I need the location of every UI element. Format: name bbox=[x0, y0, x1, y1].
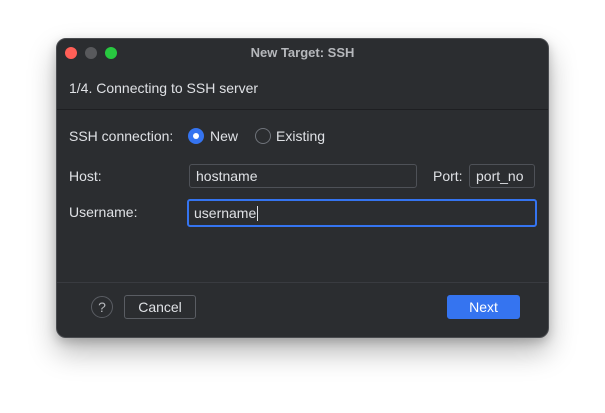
host-input[interactable]: hostname bbox=[189, 164, 417, 188]
radio-existing-label[interactable]: Existing bbox=[276, 128, 325, 144]
radio-new-label[interactable]: New bbox=[210, 128, 238, 144]
dialog-window: New Target: SSH 1/4. Connecting to SSH s… bbox=[56, 38, 549, 338]
window-title: New Target: SSH bbox=[250, 45, 355, 60]
radio-new[interactable] bbox=[188, 128, 204, 144]
port-input[interactable]: port_no bbox=[469, 164, 535, 188]
step-title: 1/4. Connecting to SSH server bbox=[69, 80, 259, 96]
text-caret bbox=[257, 206, 259, 221]
username-input-value: username bbox=[194, 205, 257, 221]
step-header: 1/4. Connecting to SSH server bbox=[57, 66, 548, 110]
footer-divider bbox=[57, 282, 548, 283]
title-bar: New Target: SSH bbox=[57, 39, 548, 66]
next-button[interactable]: Next bbox=[447, 295, 520, 319]
cancel-button[interactable]: Cancel bbox=[124, 295, 196, 319]
port-label: Port: bbox=[433, 168, 463, 184]
ssh-connection-label: SSH connection: bbox=[69, 128, 174, 144]
username-label: Username: bbox=[69, 204, 138, 220]
radio-existing[interactable] bbox=[255, 128, 271, 144]
host-label: Host: bbox=[69, 168, 102, 184]
username-input[interactable]: username bbox=[187, 199, 537, 227]
question-mark-icon[interactable]: ? bbox=[91, 296, 113, 318]
